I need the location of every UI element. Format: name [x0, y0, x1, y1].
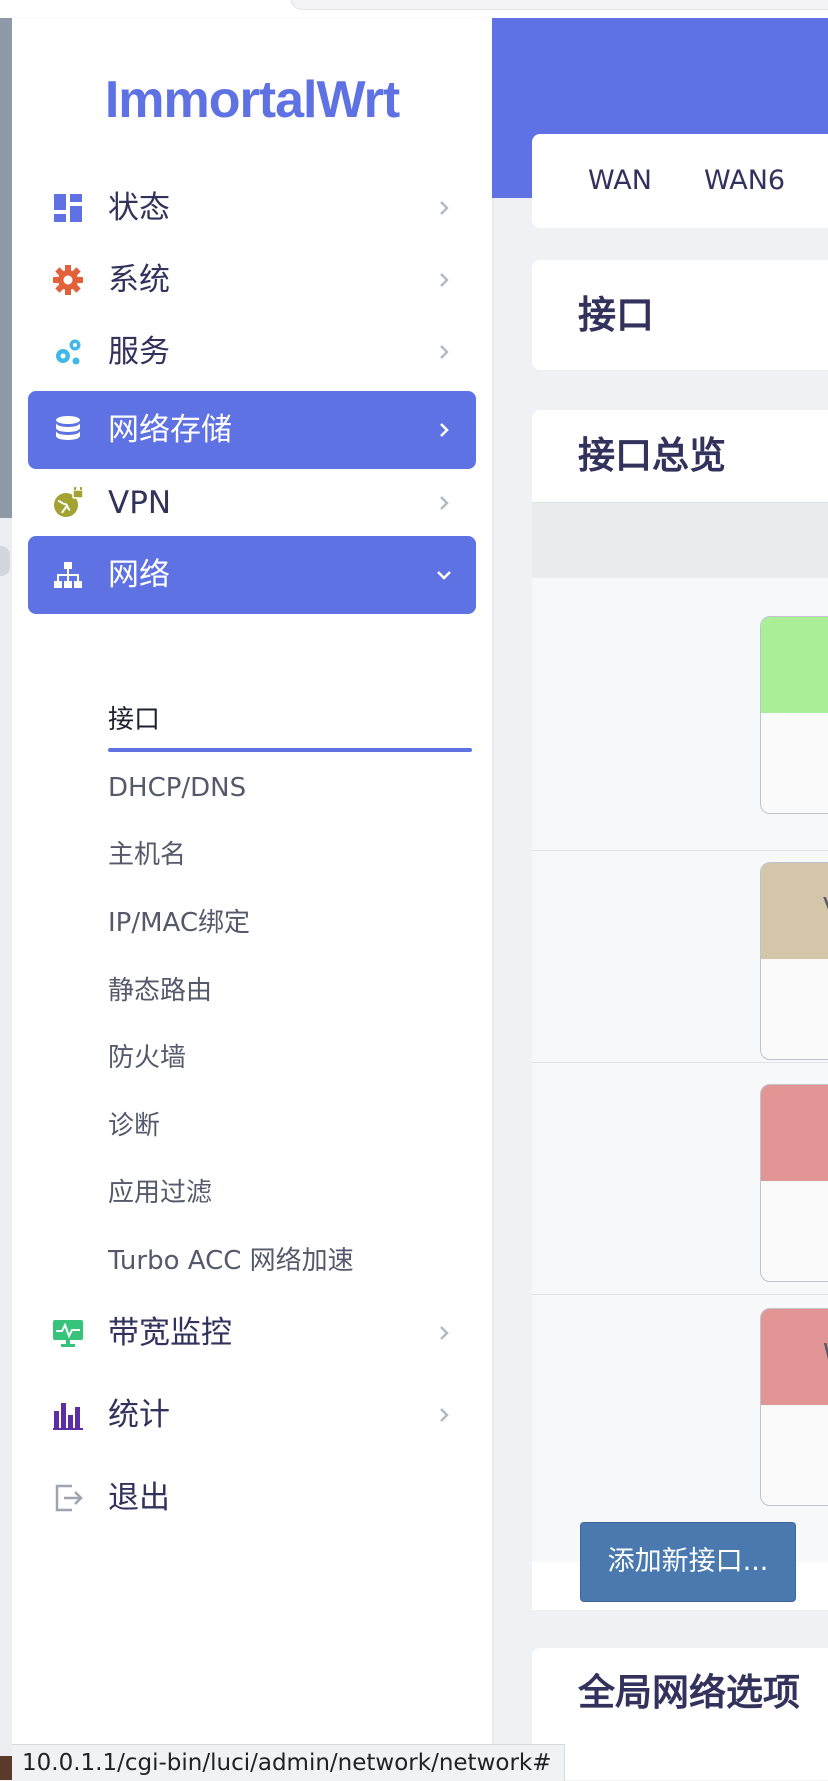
sidebar-item-system[interactable]: 系统 [28, 241, 476, 319]
chevron-right-icon [434, 198, 454, 218]
chevron-right-icon [434, 420, 454, 440]
chevron-right-icon [434, 1405, 454, 1425]
sub-item-static-routes[interactable]: 静态路由 [108, 971, 212, 1011]
sub-item-dhcp-dns[interactable]: DHCP/DNS [108, 768, 246, 808]
sidebar-item-status[interactable]: 状态 [28, 169, 476, 247]
sidebar-item-statistics[interactable]: 统计 [28, 1376, 476, 1454]
address-bar-edge [290, 0, 828, 10]
tab-wan6[interactable]: WAN6 [704, 134, 785, 228]
browser-top-edge [0, 0, 828, 19]
database-icon [52, 414, 84, 446]
sub-item-interfaces[interactable]: 接口 [108, 700, 160, 740]
interface-badge[interactable] [760, 616, 828, 814]
sub-item-app-filter[interactable]: 应用过滤 [108, 1173, 212, 1213]
tab-wan[interactable]: WAN [588, 134, 652, 228]
status-url-bar: 10.0.1.1/cgi-bin/luci/admin/network/netw… [12, 1744, 565, 1781]
sidebar-item-logout[interactable]: 退出 [28, 1459, 476, 1537]
sidebar-item-nas[interactable]: 网络存储 [28, 391, 476, 469]
sidebar: ImmortalWrt 状态 系统 服务 网络存储 VPN 网络 接口 DHCP… [12, 18, 492, 1780]
left-window-edge [0, 18, 12, 1780]
bar-chart-icon [52, 1399, 84, 1431]
sub-item-turbo-acc[interactable]: Turbo ACC 网络加速 [108, 1241, 354, 1281]
overview-table-body: V W [532, 578, 828, 1562]
overview-table-header [532, 502, 828, 579]
sidebar-item-network[interactable]: 网络 [28, 536, 476, 614]
sub-item-ip-mac-binding[interactable]: IP/MAC绑定 [108, 903, 250, 943]
dashboard-icon [52, 192, 84, 224]
chevron-down-icon [434, 565, 454, 585]
interface-badge[interactable]: V [760, 862, 828, 1060]
page-title-card: 接口 [532, 260, 828, 370]
sub-item-firewall[interactable]: 防火墙 [108, 1038, 186, 1078]
chevron-right-icon [434, 270, 454, 290]
gear-icon [52, 264, 84, 296]
globe-lock-icon [52, 487, 84, 519]
interface-badge[interactable]: W [760, 1308, 828, 1506]
global-options-title: 全局网络选项 [578, 1671, 800, 1714]
active-sub-underline [108, 748, 472, 752]
chevron-right-icon [434, 342, 454, 362]
interface-badge[interactable] [760, 1084, 828, 1282]
page-title: 接口 [578, 293, 655, 337]
interface-tabs: WAN WAN6 [532, 134, 828, 228]
chevron-right-icon [434, 493, 454, 513]
interface-overview: 接口总览 V W [532, 410, 828, 1610]
sitemap-icon [52, 559, 84, 591]
sub-item-diagnostics[interactable]: 诊断 [108, 1106, 160, 1146]
gears-icon [52, 336, 84, 368]
monitor-icon [52, 1317, 84, 1349]
sidebar-item-bandwidth[interactable]: 带宽监控 [28, 1294, 476, 1372]
global-options-card: 全局网络选项 [532, 1648, 828, 1780]
chevron-right-icon [434, 1323, 454, 1343]
sidebar-item-services[interactable]: 服务 [28, 313, 476, 391]
sidebar-item-vpn[interactable]: VPN [28, 464, 476, 542]
logout-icon [52, 1482, 84, 1514]
add-interface-button[interactable]: 添加新接口... [580, 1522, 796, 1602]
overview-title: 接口总览 [578, 434, 726, 477]
window-corner [0, 1756, 12, 1780]
sub-item-hostnames[interactable]: 主机名 [108, 835, 186, 875]
logo: ImmortalWrt [104, 71, 400, 129]
